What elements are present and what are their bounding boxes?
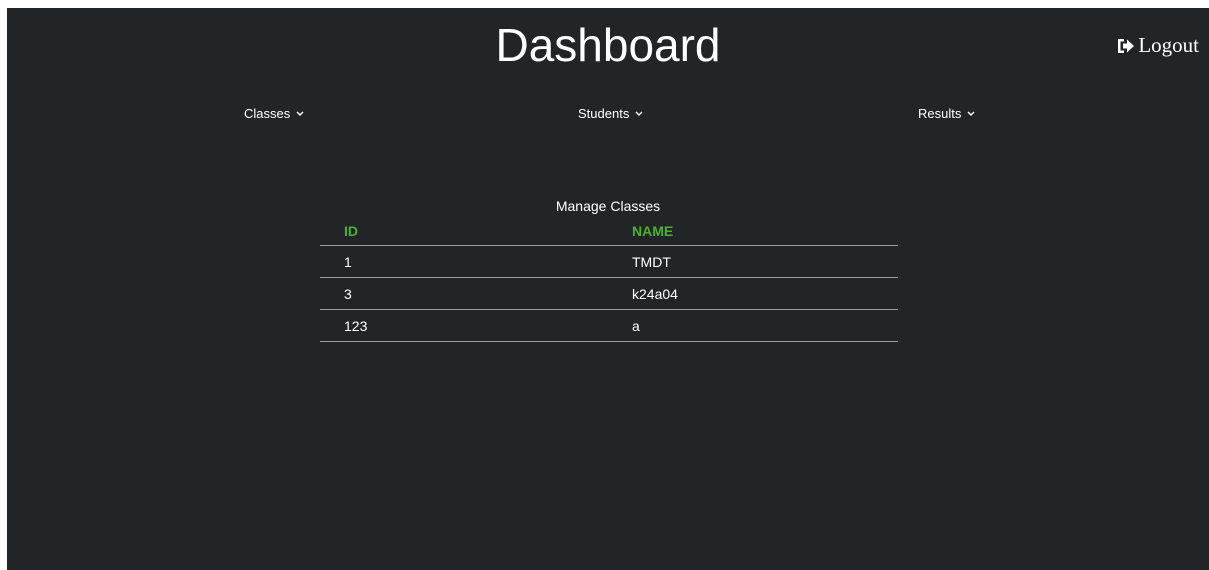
main-nav: Classes Students Results bbox=[7, 106, 1209, 126]
cell-id: 3 bbox=[344, 285, 352, 302]
nav-results-label: Results bbox=[918, 106, 962, 121]
cell-name: TMDT bbox=[632, 253, 671, 270]
nav-results-dropdown[interactable]: Results bbox=[918, 106, 975, 121]
table-header-row: ID NAME bbox=[320, 217, 898, 246]
cell-name: a bbox=[632, 317, 640, 334]
dashboard-app: Dashboard Logout Classes Students Result… bbox=[7, 8, 1209, 570]
page-title: Dashboard bbox=[495, 19, 721, 71]
logout-label: Logout bbox=[1138, 33, 1199, 57]
nav-students-label: Students bbox=[578, 106, 630, 121]
column-header-id: ID bbox=[344, 223, 358, 239]
table-row[interactable]: 3 k24a04 bbox=[320, 278, 898, 310]
sign-out-icon bbox=[1116, 37, 1136, 55]
column-header-name: NAME bbox=[632, 223, 674, 239]
chevron-down-icon bbox=[635, 110, 643, 117]
classes-table: ID NAME 1 TMDT 3 k24a04 123 a bbox=[320, 217, 898, 342]
nav-classes-dropdown[interactable]: Classes bbox=[244, 106, 304, 121]
logout-button[interactable]: Logout bbox=[1116, 33, 1199, 58]
table-row[interactable]: 123 a bbox=[320, 310, 898, 342]
table-row[interactable]: 1 TMDT bbox=[320, 246, 898, 278]
cell-id: 1 bbox=[344, 253, 352, 270]
cell-name: k24a04 bbox=[632, 285, 678, 302]
table-title: Manage Classes bbox=[555, 198, 661, 214]
nav-classes-label: Classes bbox=[244, 106, 291, 121]
cell-id: 123 bbox=[344, 317, 368, 334]
nav-students-dropdown[interactable]: Students bbox=[578, 106, 643, 121]
chevron-down-icon bbox=[296, 110, 304, 117]
chevron-down-icon bbox=[967, 110, 975, 117]
